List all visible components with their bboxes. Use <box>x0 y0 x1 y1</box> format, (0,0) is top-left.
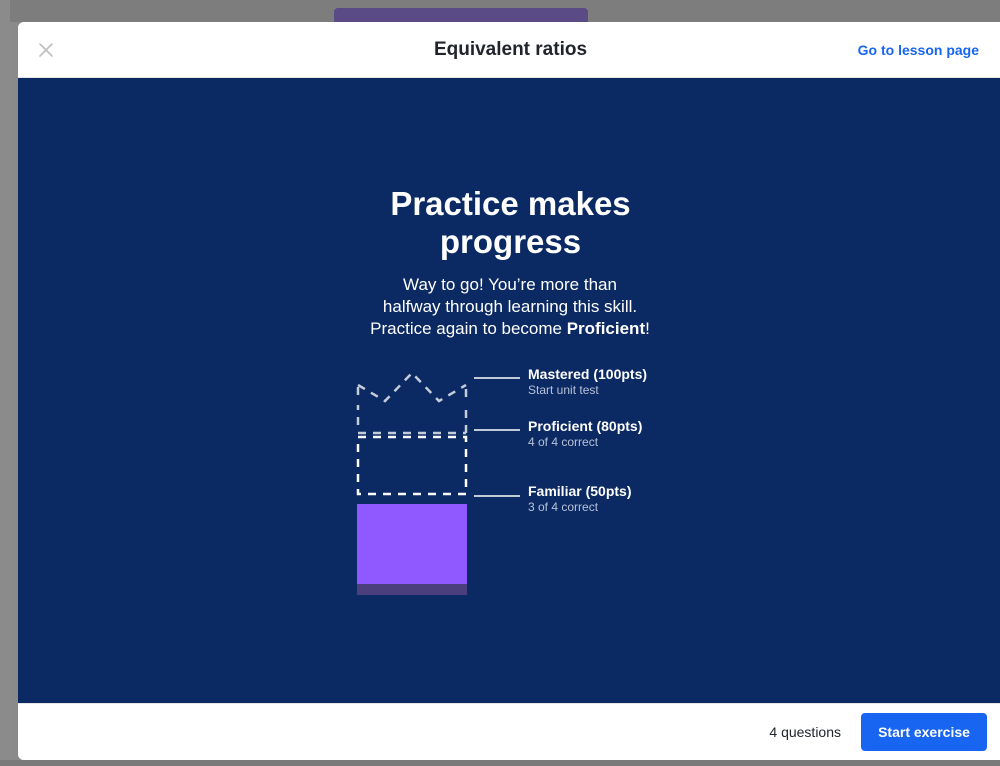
subtext-line-1: Way to go! You’re more than <box>403 275 617 294</box>
level-mastered: Mastered (100pts) Start unit test <box>528 366 647 398</box>
headline: Practice makes progress <box>18 185 1000 261</box>
level-proficient: Proficient (80pts) 4 of 4 correct <box>528 418 642 450</box>
background-bottom-strip <box>0 760 1000 766</box>
headline-line-1: Practice makes <box>390 185 631 222</box>
go-to-lesson-link[interactable]: Go to lesson page <box>858 22 979 78</box>
encouragement-text: Way to go! You’re more than halfway thro… <box>310 274 710 340</box>
subtext-line-3-suffix: ! <box>645 319 650 338</box>
subtext-line-3-prefix: Practice again to become <box>370 319 567 338</box>
familiar-block-shadow <box>357 584 467 595</box>
mastery-levels-illustration <box>356 371 520 595</box>
familiar-block <box>357 504 467 584</box>
background-left-column <box>0 0 10 766</box>
modal-body: Practice makes progress Way to go! You’r… <box>18 78 1000 703</box>
level-mastered-detail: Start unit test <box>528 383 599 397</box>
subtext-proficient-emphasis: Proficient <box>566 319 646 338</box>
subtext-line-3: Practice again to become Proficient! <box>310 318 710 340</box>
start-exercise-button[interactable]: Start exercise <box>861 713 987 751</box>
level-proficient-name: Proficient (80pts) <box>528 418 643 434</box>
modal-header: Equivalent ratios Go to lesson page <box>18 22 1000 78</box>
mastered-crown-outline <box>356 371 468 435</box>
subtext-line-2: halfway through learning this skill. <box>382 297 638 316</box>
level-familiar-name: Familiar (50pts) <box>528 483 632 499</box>
level-proficient-detail: 4 of 4 correct <box>528 435 599 449</box>
level-mastered-name: Mastered (100pts) <box>528 366 648 382</box>
level-familiar: Familiar (50pts) 3 of 4 correct <box>528 483 631 515</box>
proficient-box-outline <box>356 435 468 496</box>
close-icon <box>39 43 53 57</box>
modal-title: Equivalent ratios <box>433 39 588 60</box>
question-count: 4 questions <box>769 724 841 740</box>
modal-footer: 4 questions Start exercise <box>18 703 1000 760</box>
mastery-progress-graphic: Mastered (100pts) Start unit test Profic… <box>338 363 698 603</box>
headline-line-2: progress <box>439 223 582 260</box>
exercise-modal: Equivalent ratios Go to lesson page Prac… <box>18 22 1000 760</box>
close-button[interactable] <box>32 36 60 64</box>
level-familiar-detail: 3 of 4 correct <box>528 500 599 514</box>
